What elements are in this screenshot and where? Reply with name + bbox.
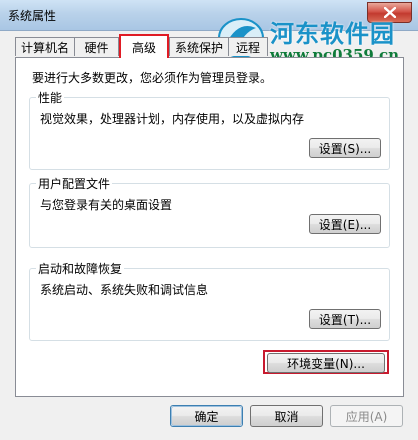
startup-recovery-group: 启动和故障恢复 系统启动、系统失败和调试信息 设置(T)... <box>29 260 390 341</box>
tab-system-protection[interactable]: 系统保护 <box>169 37 229 56</box>
tab-label: 远程 <box>235 40 260 55</box>
tab-hardware[interactable]: 硬件 <box>74 37 119 56</box>
user-profiles-description: 与您登录有关的桌面设置 <box>40 198 173 212</box>
startup-recovery-description: 系统启动、系统失败和调试信息 <box>40 283 209 297</box>
user-profiles-group: 用户配置文件 与您登录有关的桌面设置 设置(E)... <box>29 175 390 248</box>
user-profiles-title: 用户配置文件 <box>36 175 113 192</box>
window-title: 系统属性 <box>8 9 57 23</box>
env-button-highlight: 环境变量(N)... <box>263 350 389 374</box>
ok-button[interactable]: 确定 <box>171 406 242 426</box>
apply-button[interactable]: 应用(A) <box>330 405 403 427</box>
tab-computer-name[interactable]: 计算机名 <box>15 37 75 56</box>
tab-advanced[interactable]: 高级 <box>119 34 169 58</box>
title-bar: 系统属性 <box>0 0 418 31</box>
environment-variables-button[interactable]: 环境变量(N)... <box>267 353 385 373</box>
performance-description: 视觉效果，处理器计划，内存使用，以及虚拟内存 <box>40 112 305 126</box>
advanced-tab-panel: 要进行大多数更改，您必须作为管理员登录。 性能 视觉效果，处理器计划，内存使用，… <box>15 57 404 397</box>
performance-settings-button[interactable]: 设置(S)... <box>309 138 381 158</box>
cancel-button[interactable]: 取消 <box>250 405 323 427</box>
tab-label: 计算机名 <box>20 40 69 55</box>
startup-recovery-settings-button[interactable]: 设置(T)... <box>309 309 381 329</box>
performance-group: 性能 视觉效果，处理器计划，内存使用，以及虚拟内存 设置(S)... <box>29 89 390 170</box>
tab-label: 硬件 <box>84 40 109 55</box>
tab-label: 高级 <box>131 40 156 55</box>
close-button[interactable] <box>367 2 412 23</box>
close-icon <box>383 7 396 18</box>
tab-remote[interactable]: 远程 <box>228 37 268 56</box>
user-profiles-settings-button[interactable]: 设置(E)... <box>309 214 381 234</box>
tab-label: 系统保护 <box>174 40 223 55</box>
admin-notice: 要进行大多数更改，您必须作为管理员登录。 <box>32 71 273 85</box>
startup-recovery-title: 启动和故障恢复 <box>36 260 125 277</box>
ok-button-focus-ring: 确定 <box>170 405 243 427</box>
performance-title: 性能 <box>36 89 65 106</box>
